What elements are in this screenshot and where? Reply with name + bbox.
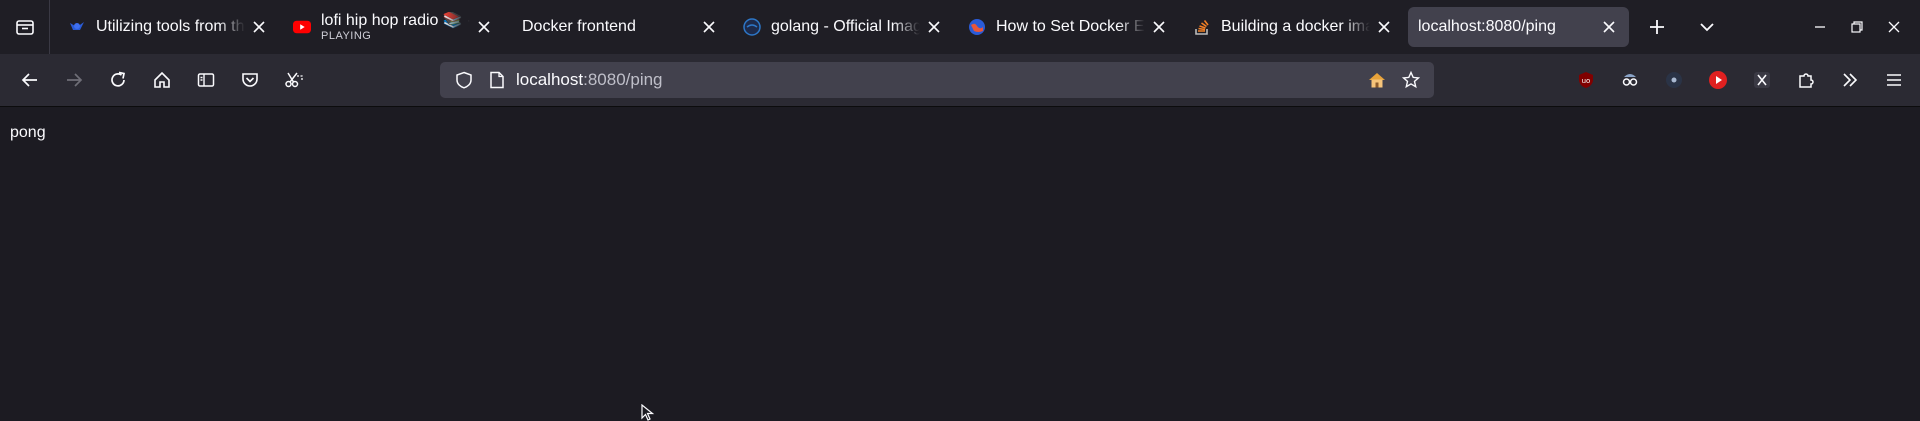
screenshot-button[interactable] [272,60,316,100]
dot-icon [1666,72,1682,88]
tab-docker-frontend[interactable]: Docker frontend [508,7,729,47]
pocket-button[interactable] [228,60,272,100]
double-chevron-right-icon [1843,73,1858,87]
mouse-pointer-icon [641,404,655,421]
tab-title: Docker frontend [522,18,636,35]
list-all-tabs-button[interactable] [1685,7,1729,47]
shield-icon [456,71,472,89]
tab-title: golang - Official Image [771,18,920,35]
x-logo-icon [1754,72,1770,88]
firefox-view-icon [15,20,34,35]
chevron-down-icon [1700,23,1714,32]
url-path: :8080/ping [583,70,663,89]
tab-title: Building a docker image [1221,18,1370,35]
tab-utilizing-tools[interactable]: Utilizing tools from the [58,7,279,47]
home-icon [154,71,170,88]
plus-icon [1650,20,1664,34]
restore-icon [1850,21,1863,33]
tab-localhost-ping[interactable]: localhost:8080/ping [1408,7,1629,47]
x-extension-button[interactable] [1740,60,1784,100]
tracking-protection-button[interactable] [444,62,484,98]
back-button[interactable] [8,60,52,100]
forward-button[interactable] [52,60,96,100]
close-icon [1888,21,1899,33]
play-icon [1709,71,1727,89]
close-tab-icon[interactable] [924,17,944,37]
page-content: pong [0,107,1920,421]
page-info-button[interactable] [484,62,510,98]
arrow-right-icon [67,73,83,87]
reload-icon [111,71,126,87]
tab-list: Utilizing tools from the lofi hip hop ra… [50,0,1729,54]
blue-bird-icon [68,18,86,36]
minimize-button[interactable] [1801,0,1838,54]
firefox-view-button[interactable] [0,0,50,54]
scissors-icon [285,72,303,88]
close-window-button[interactable] [1875,0,1912,54]
new-tab-button[interactable] [1635,7,1679,47]
hamburger-menu-icon [1887,74,1901,86]
spy-glasses-icon [1622,74,1638,86]
close-tab-icon[interactable] [1374,17,1394,37]
close-tab-icon[interactable] [1149,17,1169,37]
extensions-toolbar: uo [1564,54,1920,106]
bookmark-button[interactable] [1394,62,1428,98]
privacy-extension-button[interactable] [1608,60,1652,100]
url-text[interactable]: localhost:8080/ping [516,70,1360,90]
puzzle-icon [1799,73,1814,88]
star-icon [1402,71,1420,89]
youtube-icon [293,18,311,36]
ublock-origin-button[interactable]: uo [1564,60,1608,100]
tab-title: lofi hip hop radio 📚 - [321,11,470,29]
globe-icon [968,18,986,36]
pocket-icon [242,73,258,87]
close-tab-icon[interactable] [249,17,269,37]
tab-set-docker-env[interactable]: How to Set Docker Env [958,7,1179,47]
playing-label: PLAYING [321,29,372,42]
page-icon [490,71,504,89]
sidebar-icon [197,73,215,87]
tab-lofi-radio[interactable]: lofi hip hop radio 📚 - PLAYING [283,7,504,47]
svg-text:uo: uo [1582,77,1591,85]
docker-icon [743,18,761,36]
extension-dot-button[interactable] [1652,60,1696,100]
overflow-menu-button[interactable] [1828,60,1872,100]
close-tab-icon[interactable] [474,17,494,37]
response-text: pong [10,124,46,141]
minimize-icon [1814,26,1825,28]
url-host: localhost [516,70,584,89]
reload-button[interactable] [96,60,140,100]
tab-strip: Utilizing tools from the lofi hip hop ra… [0,0,1920,54]
navigation-toolbar: localhost:8080/ping uo [0,54,1920,107]
arrow-left-icon [21,73,37,87]
url-bar[interactable]: localhost:8080/ping [440,62,1434,98]
home-button[interactable] [140,60,184,100]
app-menu-button[interactable] [1872,60,1916,100]
stackoverflow-icon [1193,18,1211,36]
media-extension-button[interactable] [1696,60,1740,100]
tab-golang-official-image[interactable]: golang - Official Image [733,7,954,47]
set-homepage-button[interactable] [1360,62,1394,98]
tab-title: localhost:8080/ping [1418,18,1556,35]
close-tab-icon[interactable] [699,17,719,37]
tab-title: How to Set Docker Env [996,18,1145,35]
close-tab-icon[interactable] [1599,17,1619,37]
restore-button[interactable] [1838,0,1875,54]
home-colored-icon [1369,73,1385,88]
extensions-button[interactable] [1784,60,1828,100]
ublock-icon: uo [1579,72,1593,88]
tab-title: Utilizing tools from the [96,18,245,35]
window-controls [1801,0,1920,54]
sidebar-button[interactable] [184,60,228,100]
tab-building-docker-image[interactable]: Building a docker image [1183,7,1404,47]
